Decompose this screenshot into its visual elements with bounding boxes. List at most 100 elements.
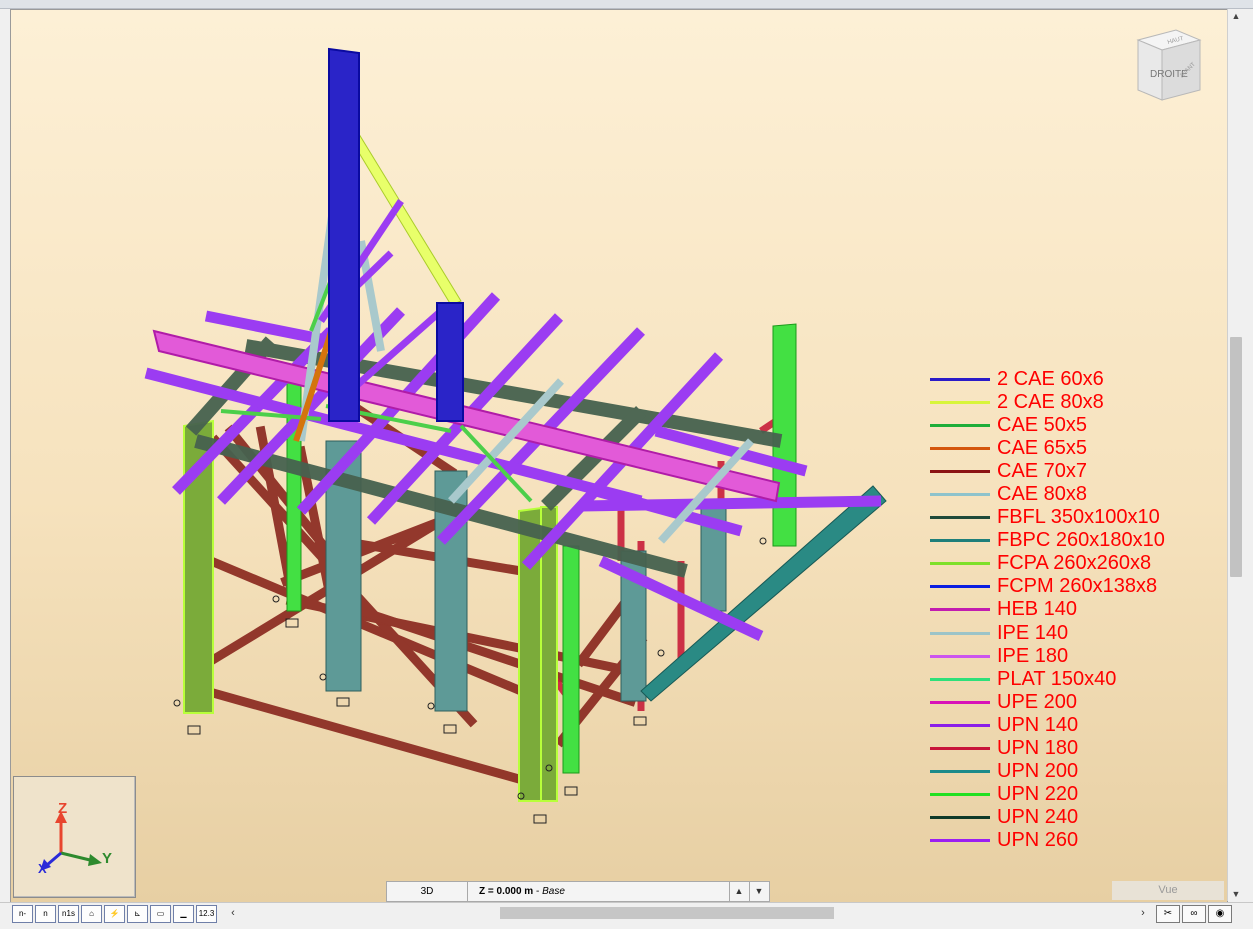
legend-item: FCPM 260x138x8: [930, 575, 1210, 598]
legend-swatch: [930, 516, 990, 520]
legend-label: CAE 80x8: [997, 483, 1088, 506]
bottom-toolbar: n-n n1s ⌂ ⚡ ⊾ ▭ ▁ 12.3 ‹ › ✂ ∞ ◉: [0, 902, 1253, 929]
legend-label: IPE 180: [997, 644, 1069, 667]
legend-swatch: [930, 769, 990, 773]
legend-item: CAE 70x7: [930, 460, 1210, 483]
legend-item: UPN 240: [930, 806, 1210, 829]
legend-swatch: [930, 539, 990, 543]
view-mode-label[interactable]: 3D: [387, 882, 468, 901]
right-arrow-icon[interactable]: ›: [1136, 905, 1150, 921]
legend-label: UPN 220: [997, 782, 1079, 805]
legend-item: FCPA 260x260x8: [930, 552, 1210, 575]
legend-swatch: [930, 585, 990, 589]
structure-view-icon[interactable]: ✂: [1156, 905, 1180, 923]
legend-item: FBPC 260x180x10: [930, 529, 1210, 552]
eye-icon[interactable]: ◉: [1208, 905, 1232, 923]
legend-swatch: [930, 838, 990, 842]
legend-item: CAE 65x5: [930, 437, 1210, 460]
toolbar-button[interactable]: n: [35, 905, 56, 923]
toolbar-button[interactable]: ▁: [173, 905, 194, 923]
down-arrow-icon[interactable]: ▼: [1228, 887, 1244, 901]
legend-item: UPN 180: [930, 737, 1210, 760]
glasses-icon[interactable]: ∞: [1182, 905, 1206, 923]
scroll-thumb[interactable]: [1230, 337, 1242, 577]
legend-label: UPE 200: [997, 690, 1078, 713]
level-up-icon[interactable]: ▲: [729, 882, 748, 901]
legend-swatch: [930, 401, 990, 405]
legend-label: UPN 200: [997, 759, 1079, 782]
legend-swatch: [930, 424, 990, 428]
toolbar-button[interactable]: ⚡: [104, 905, 125, 923]
axis-y-label: Y: [102, 850, 112, 867]
legend-label: UPN 240: [997, 805, 1079, 828]
z-separator: -: [533, 886, 543, 897]
legend-label: CAE 70x7: [997, 460, 1088, 483]
legend-label: FBPC 260x180x10: [997, 529, 1165, 552]
legend-swatch: [930, 493, 990, 497]
legend-label: IPE 140: [997, 621, 1069, 644]
legend-item: HEB 140: [930, 598, 1210, 621]
axis-triad-icon: Z Y X: [38, 800, 112, 876]
legend-swatch: [930, 654, 990, 658]
legend-label: HEB 140: [997, 598, 1078, 621]
legend-item: UPE 200: [930, 691, 1210, 714]
vertical-scrollbar[interactable]: ▲ ▼: [1227, 9, 1244, 901]
legend-swatch: [930, 792, 990, 796]
horizontal-scrollbar[interactable]: ‹ ›: [226, 905, 1150, 921]
hscroll-thumb[interactable]: [500, 907, 834, 919]
legend-label: CAE 50x5: [997, 414, 1088, 437]
legend-item: UPN 260: [930, 829, 1210, 852]
vue-tab[interactable]: Vue: [1112, 881, 1224, 900]
toolbar-button[interactable]: n1s: [58, 905, 79, 923]
legend-label: PLAT 150x40: [997, 667, 1117, 690]
legend-label: FCPA 260x260x8: [997, 552, 1152, 575]
legend-label: UPN 140: [997, 713, 1079, 736]
toolbar-button[interactable]: ⊾: [127, 905, 148, 923]
axis-triad: Z Y X: [13, 776, 136, 898]
legend-label: 2 CAE 60x6: [997, 368, 1104, 390]
left-arrow-icon[interactable]: ‹: [226, 905, 240, 921]
legend-item: UPN 140: [930, 714, 1210, 737]
legend-label: FCPM 260x138x8: [997, 575, 1158, 598]
legend-swatch: [930, 677, 990, 681]
legend-item: IPE 140: [930, 622, 1210, 645]
level-down-icon[interactable]: ▼: [749, 882, 768, 901]
axis-x-label: X: [38, 861, 47, 876]
legend-item: 2 CAE 80x8: [930, 391, 1210, 414]
legend-swatch: [930, 470, 990, 474]
view-info-bar: 3D Z = 0.000 m - Base ▲ ▼: [386, 881, 770, 902]
legend-label: UPN 180: [997, 736, 1079, 759]
legend-label: 2 CAE 80x8: [997, 391, 1104, 414]
toolbar-button[interactable]: ▭: [150, 905, 171, 923]
view-cube[interactable]: DROITE HAUT AVANT: [1126, 20, 1206, 105]
legend-swatch: [930, 700, 990, 704]
level-name: Base: [542, 886, 565, 897]
legend-label: UPN 260: [997, 828, 1079, 851]
legend-swatch: [930, 378, 990, 381]
toolbar-button[interactable]: ⌂: [81, 905, 102, 923]
profile-legend: 2 CAE 60x6 2 CAE 80x8 CAE 50x5 CAE 65x5 CAE …: [930, 368, 1210, 852]
legend-item: CAE 80x8: [930, 483, 1210, 506]
legend-swatch: [930, 608, 990, 612]
toolbar-button[interactable]: n-: [12, 905, 33, 923]
up-arrow-icon[interactable]: ▲: [1228, 9, 1244, 23]
legend-swatch: [930, 447, 990, 451]
legend-swatch: [930, 631, 990, 635]
legend-swatch: [930, 815, 990, 819]
legend-swatch: [930, 562, 990, 566]
toolbar-button[interactable]: 12.3: [196, 905, 217, 923]
legend-item: PLAT 150x40: [930, 668, 1210, 691]
legend-item: FBFL 350x100x10: [930, 506, 1210, 529]
legend-label: FBFL 350x100x10: [997, 506, 1160, 529]
axis-z-label: Z: [58, 800, 67, 817]
legend-swatch: [930, 746, 990, 750]
brace-member: [200, 685, 532, 787]
legend-item: CAE 50x5: [930, 414, 1210, 437]
legend-label: CAE 65x5: [997, 437, 1088, 460]
legend-item: UPN 220: [930, 783, 1210, 806]
window-title-bar: [0, 0, 1253, 9]
legend-item: UPN 200: [930, 760, 1210, 783]
legend-item: 2 CAE 60x6: [930, 368, 1210, 391]
level-info: Z = 0.000 m - Base: [479, 882, 565, 901]
legend-item: IPE 180: [930, 645, 1210, 668]
